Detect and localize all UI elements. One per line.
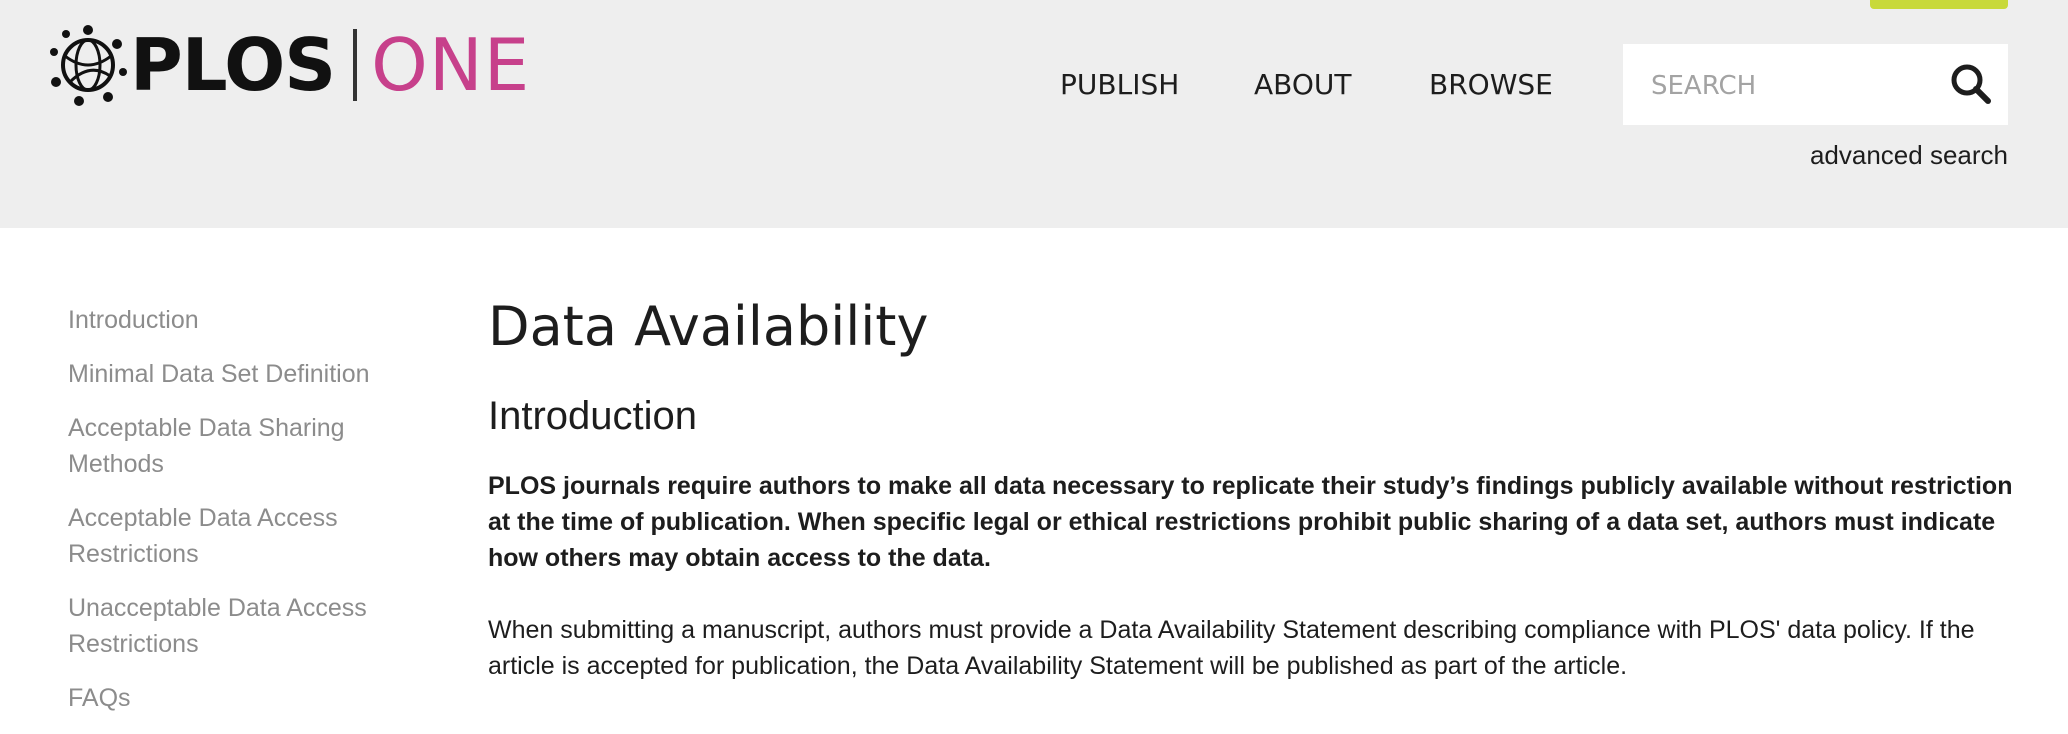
main-content: Data Availability Introduction PLOS jour… bbox=[488, 290, 2018, 684]
plos-globe-icon bbox=[50, 25, 127, 106]
search-input[interactable] bbox=[1651, 66, 1931, 106]
advanced-search-link[interactable]: advanced search bbox=[1810, 140, 2008, 171]
logo-brand-text: PLOS bbox=[130, 23, 336, 107]
nav-publish[interactable]: PUBLISH bbox=[1060, 66, 1179, 102]
sidebar-item-introduction[interactable]: Introduction bbox=[68, 302, 408, 338]
sidebar-item-sharing-methods[interactable]: Acceptable Data Sharing Methods bbox=[68, 410, 408, 482]
logo-journal-text: ONE bbox=[371, 23, 531, 107]
sidebar-nav: Introduction Minimal Data Set Definition… bbox=[68, 302, 408, 734]
body-paragraph: When submitting a manuscript, authors mu… bbox=[488, 616, 1975, 680]
logo-divider bbox=[353, 29, 358, 101]
nav-about[interactable]: ABOUT bbox=[1254, 66, 1352, 102]
page-title: Data Availability bbox=[488, 295, 929, 358]
sidebar-item-minimal-data-set[interactable]: Minimal Data Set Definition bbox=[68, 356, 408, 392]
section-heading-introduction: Introduction bbox=[488, 394, 698, 438]
sidebar-item-faqs[interactable]: FAQs bbox=[68, 680, 408, 716]
header-accent-tab[interactable] bbox=[1870, 0, 2008, 9]
sidebar-item-unacceptable-restrictions[interactable]: Unacceptable Data Access Restrictions bbox=[68, 590, 408, 662]
sidebar-item-acceptable-restrictions[interactable]: Acceptable Data Access Restrictions bbox=[68, 500, 408, 572]
nav-browse[interactable]: BROWSE bbox=[1429, 66, 1553, 102]
search-box bbox=[1623, 44, 2008, 125]
site-header: PLOS ONE PUBLISH ABOUT BROWSE advanced s… bbox=[0, 0, 2068, 228]
plos-one-logo[interactable]: PLOS ONE bbox=[46, 22, 530, 108]
search-icon[interactable] bbox=[1949, 62, 1993, 106]
lead-paragraph: PLOS journals require authors to make al… bbox=[488, 472, 2013, 572]
